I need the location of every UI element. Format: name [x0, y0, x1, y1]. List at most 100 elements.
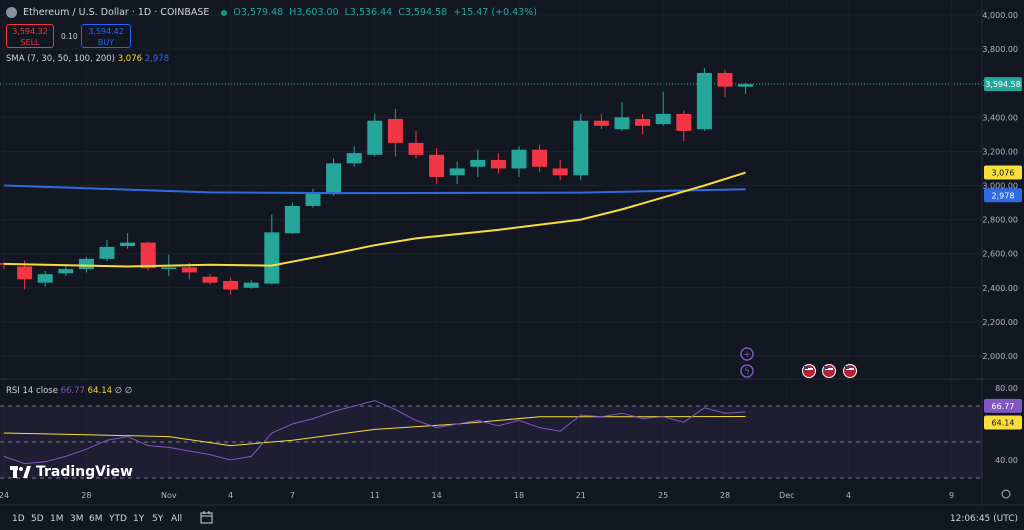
time-axis-label: 4 — [846, 491, 851, 500]
sell-button[interactable]: 3,594.32 SELL — [6, 24, 54, 48]
rsi-legend-empty-1: ∅ — [114, 386, 123, 396]
rsi-axis-label: 80.00 — [995, 384, 1018, 393]
us-flag-canton — [804, 366, 808, 369]
candle-body — [346, 153, 362, 164]
price-tag: 3,594.58 — [985, 80, 1021, 89]
candle-body — [593, 120, 609, 126]
candle-body — [552, 168, 568, 176]
tf-5d[interactable]: 5D — [31, 514, 44, 524]
rsi-tag: 66.77 — [992, 402, 1015, 411]
sell-price: 3,594.32 — [12, 27, 48, 36]
candle-body — [655, 113, 671, 125]
sma-legend-value-1: 3,076 — [117, 54, 143, 64]
ethereum-icon — [6, 7, 17, 18]
candle-body — [140, 242, 156, 269]
tf-1d[interactable]: 1D — [12, 514, 25, 524]
candle-body — [326, 163, 342, 195]
candle-body — [738, 84, 754, 87]
price-axis-label: 2,400.00 — [982, 284, 1018, 293]
ohlc-low: L3,536.44 — [344, 7, 393, 18]
us-flag-canton — [824, 366, 828, 369]
time-axis-label: 21 — [576, 491, 586, 500]
price-axis-label: 2,600.00 — [982, 250, 1018, 259]
price-axis-label: 2,000.00 — [982, 352, 1018, 361]
scroll-to-realtime-icon — [1001, 489, 1011, 499]
candle-body — [78, 258, 94, 270]
utc-clock[interactable]: 12:06:45 (UTC) — [950, 514, 1018, 524]
tradingview-logo-icon — [10, 466, 31, 478]
ohlc-change: +15.47 (+0.43%) — [453, 7, 537, 18]
event-icons: +ϟ — [740, 347, 857, 378]
candle-body — [696, 72, 712, 130]
market-open-icon — [221, 9, 228, 16]
buy-label: BUY — [97, 38, 115, 47]
rsi-legend[interactable]: RSI 14 close 66.77 64.14 ∅ ∅ — [6, 386, 132, 396]
candle-body — [202, 276, 218, 283]
ohlc-close: C3,594.58 — [398, 7, 448, 18]
tf-1m[interactable]: 1M — [50, 514, 64, 524]
rsi-legend-empty-2: ∅ — [124, 386, 133, 396]
buy-button[interactable]: 3,594.42 BUY — [81, 24, 131, 48]
date-range-icon[interactable] — [200, 511, 214, 527]
candle-body — [408, 142, 424, 155]
candle-body — [573, 120, 589, 176]
chart-header: Ethereum / U.S. Dollar · 1D · COINBASE O… — [6, 7, 537, 18]
time-axis-label: 11 — [370, 491, 380, 500]
candle-body — [387, 119, 403, 143]
candles — [0, 67, 754, 295]
tf-3m[interactable]: 3M — [70, 514, 84, 524]
price-chart[interactable]: 4,000.003,800.003,600.003,400.003,200.00… — [0, 0, 1024, 530]
tradingview-logo[interactable]: TradingView — [10, 464, 133, 480]
candle-body — [511, 149, 527, 169]
us-flag-canton — [845, 366, 849, 369]
time-axis-label: 28 — [81, 491, 91, 500]
candle-body — [305, 194, 321, 206]
sma-legend[interactable]: SMA (7, 30, 50, 100, 200) 3,076 2,978 — [6, 54, 169, 64]
candle-body — [449, 168, 465, 176]
ohlc-high: H3,603.00 — [289, 7, 339, 18]
candle-body — [490, 159, 506, 169]
candle-body — [614, 117, 630, 130]
tf-1y[interactable]: 1Y — [133, 514, 144, 524]
price-axis-label: 2,200.00 — [982, 318, 1018, 327]
tf-6m[interactable]: 6M — [89, 514, 103, 524]
tf-ytd[interactable]: YTD — [109, 514, 127, 524]
tf-5y[interactable]: 5Y — [152, 514, 163, 524]
price-tag: 3,076 — [992, 169, 1015, 178]
rsi-legend-value-1: 66.77 — [60, 386, 85, 396]
rsi-tag: 64.14 — [992, 419, 1015, 428]
time-axis: 24 28 Nov 4 7 11 14 18 21 25 28 Dec 4 9 — [0, 489, 1011, 500]
candle-body — [284, 205, 300, 234]
candle-body — [429, 154, 445, 177]
price-tag: 2,978 — [992, 191, 1015, 200]
event-icon-glyph: + — [743, 350, 751, 360]
rsi-band — [0, 405, 982, 479]
candle-body — [37, 274, 53, 283]
timeframe-bar: 1D 5D 1M 3M 6M YTD 1Y 5Y All — [0, 508, 1024, 530]
price-axis-label: 3,200.00 — [982, 147, 1018, 156]
spread-value: 0.10 — [61, 32, 78, 41]
rsi-legend-value-2: 64.14 — [87, 386, 113, 396]
tradingview-logo-text: TradingView — [36, 464, 133, 480]
price-axis-label: 3,400.00 — [982, 113, 1018, 122]
sma-legend-label: SMA (7, 30, 50, 100, 200) — [6, 54, 115, 64]
sma-legend-value-2: 2,978 — [144, 54, 170, 64]
candle-body — [635, 119, 651, 126]
candle-body — [367, 120, 383, 155]
event-icon-glyph: ϟ — [744, 367, 750, 377]
symbol-title[interactable]: Ethereum / U.S. Dollar · 1D · COINBASE — [23, 7, 209, 18]
rsi-legend-label: RSI 14 close — [6, 386, 58, 396]
candle-body — [470, 159, 486, 167]
buy-price: 3,594.42 — [88, 27, 124, 36]
sell-label: SELL — [20, 38, 40, 47]
time-axis-label: 14 — [432, 491, 442, 500]
candle-body — [120, 242, 136, 247]
candle-body — [264, 232, 280, 284]
price-axis-label: 4,000.00 — [982, 11, 1018, 20]
candle-body — [161, 267, 177, 270]
time-axis-label: Nov — [161, 491, 177, 500]
tf-all[interactable]: All — [171, 514, 182, 524]
time-axis-label: 18 — [514, 491, 524, 500]
time-axis-label: 24 — [0, 491, 9, 500]
price-axis-label: 3,800.00 — [982, 45, 1018, 54]
